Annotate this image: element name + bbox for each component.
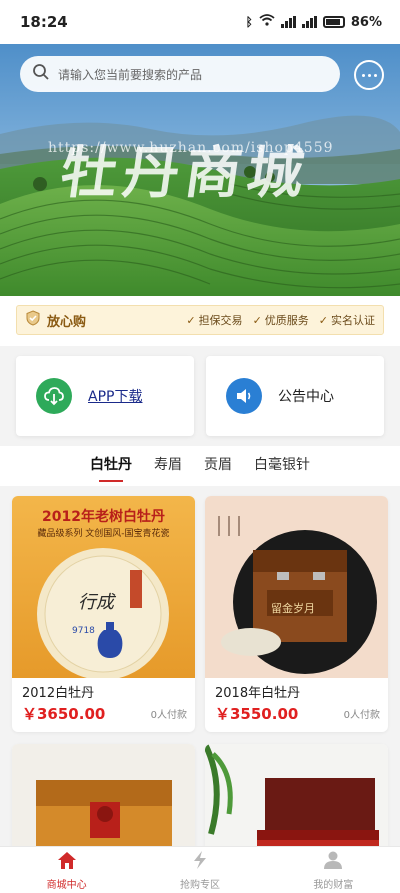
battery-level: 86% — [350, 14, 382, 30]
svg-text:行成: 行成 — [78, 592, 117, 613]
product-grid: 2012年老树白牡丹 藏品级系列 文创国风-国宝青花瓷 行成 9718 2012… — [12, 496, 388, 893]
app-download-link[interactable]: APP下载 — [88, 386, 142, 406]
trust-bar: 放心购 ✓ 担保交易 ✓ 优质服务 ✓ 实名认证 — [16, 305, 384, 335]
tea-cake-graphic: 行成 — [37, 548, 169, 678]
trust-feature: ✓ 担保交易 — [186, 312, 242, 328]
trust-bar-wrap: 放心购 ✓ 担保交易 ✓ 优质服务 ✓ 实名认证 — [0, 296, 400, 346]
product-sold: 0人付款 — [343, 710, 380, 721]
product-card[interactable]: 2012年老树白牡丹 藏品级系列 文创国风-国宝青花瓷 行成 9718 2012… — [12, 496, 195, 732]
status-time: 18:24 — [20, 13, 68, 31]
trust-main-label: 放心购 — [47, 314, 87, 330]
app-download-card[interactable]: APP下载 — [16, 356, 194, 436]
product-name: 2012白牡丹 — [22, 686, 95, 701]
product-image-brand: 9718 — [72, 626, 95, 636]
check-icon: ✓ — [252, 313, 262, 327]
check-icon: ✓ — [318, 313, 328, 327]
product-name: 2018年白牡丹 — [215, 686, 301, 701]
nav-label: 商城中心 — [46, 879, 87, 891]
search-placeholder: 请输入您当前要搜索的产品 — [58, 67, 203, 82]
trust-feature-label: 优质服务 — [264, 314, 309, 327]
bluetooth-icon: ᛒ — [245, 15, 253, 29]
product-image: 留金岁月 — [205, 496, 388, 678]
check-icon: ✓ — [186, 313, 196, 327]
product-sold: 0人付款 — [150, 710, 187, 721]
home-icon — [56, 850, 78, 874]
bottom-nav: 商城中心 抢购专区 我的财富 — [0, 846, 400, 893]
product-image-title: 留金岁月 — [271, 602, 315, 615]
nav-mall-center[interactable]: 商城中心 — [0, 847, 133, 893]
battery-icon — [322, 16, 345, 28]
signal-icon — [280, 16, 296, 28]
trust-feature-label: 担保交易 — [198, 314, 243, 327]
product-price: ￥3650.00 — [22, 705, 106, 723]
quick-links: APP下载 公告中心 — [16, 356, 384, 436]
signal-icon-2 — [301, 16, 317, 28]
trust-feature-label: 实名认证 — [331, 314, 375, 327]
shield-icon — [25, 310, 41, 330]
trust-feature: ✓ 实名认证 — [319, 312, 375, 328]
wooden-box-graphic — [218, 516, 377, 674]
search-input[interactable]: 请输入您当前要搜索的产品 — [20, 56, 340, 92]
product-card[interactable]: 留金岁月 2018年白牡丹 ￥3550.00 0人付款 — [205, 496, 388, 732]
wifi-icon — [259, 14, 275, 30]
category-tabs: 白牡丹 寿眉 贡眉 白毫银针 — [0, 446, 400, 486]
cloud-download-icon — [36, 378, 72, 414]
tab-shoumei[interactable]: 寿眉 — [154, 454, 182, 478]
trust-features: ✓ 担保交易 ✓ 优质服务 ✓ 实名认证 — [186, 312, 375, 328]
notice-card[interactable]: 公告中心 — [206, 356, 384, 436]
product-image: 2012年老树白牡丹 藏品级系列 文创国风-国宝青花瓷 行成 9718 — [12, 496, 195, 678]
chat-icon[interactable] — [354, 60, 384, 90]
lightning-icon — [191, 850, 209, 874]
nav-flash-sale[interactable]: 抢购专区 — [133, 847, 266, 893]
user-icon — [323, 850, 343, 874]
notice-label: 公告中心 — [278, 389, 334, 405]
status-bar: 18:24 ᛒ 86% — [0, 0, 400, 44]
status-icons: ᛒ 86% — [246, 14, 382, 30]
nav-label: 我的财富 — [313, 879, 354, 891]
tab-bai-mudan[interactable]: 白牡丹 — [90, 454, 132, 478]
nav-label: 抢购专区 — [179, 879, 220, 891]
product-price: ￥3550.00 — [215, 705, 299, 723]
tab-baihao-yinzhen[interactable]: 白毫银针 — [254, 454, 310, 478]
trust-feature: ✓ 优质服务 — [253, 312, 309, 328]
trust-main: 放心购 — [25, 310, 186, 330]
speaker-icon — [226, 378, 262, 414]
nav-my-wealth[interactable]: 我的财富 — [267, 847, 400, 893]
tab-gongmei[interactable]: 贡眉 — [204, 454, 232, 478]
page: 18:24 ᛒ 86% 牡丹商城 https://www.huzhan.com/… — [0, 0, 400, 893]
search-icon — [32, 63, 50, 85]
watermark: https://www.huzhan.com/ishop4559 — [48, 140, 334, 156]
